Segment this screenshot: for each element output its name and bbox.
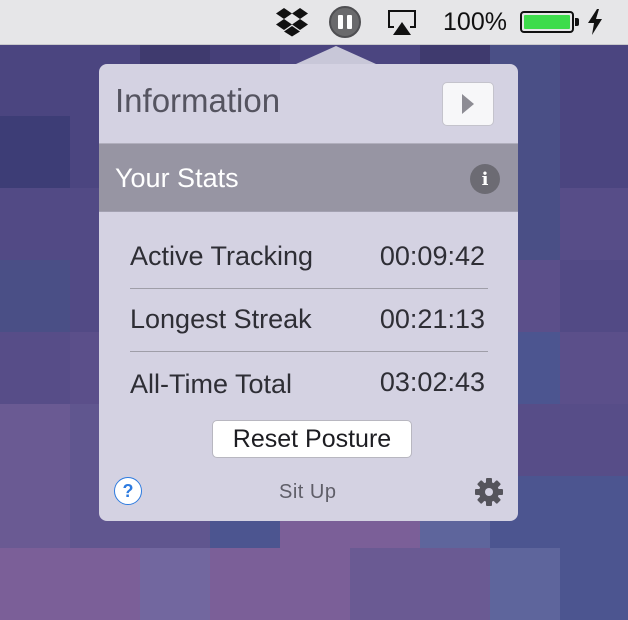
stat-label: All-Time Total	[130, 369, 293, 399]
reset-posture-button[interactable]: Reset Posture	[212, 420, 412, 458]
stat-value: 00:09:42	[379, 241, 485, 271]
dropbox-icon[interactable]	[272, 0, 312, 44]
information-title: Information	[115, 82, 281, 119]
your-stats-title: Your Stats	[115, 163, 239, 193]
pause-icon	[329, 6, 361, 38]
menu-bar: 100%	[0, 0, 628, 45]
info-icon[interactable]: i	[470, 164, 500, 194]
stat-row-all-time-total: All-Time Total 03:02:43	[130, 355, 488, 417]
charging-bolt-icon	[584, 0, 606, 44]
battery-percent[interactable]: 100%	[440, 0, 510, 44]
information-header: Information	[99, 64, 518, 142]
stat-row-active-tracking: Active Tracking 00:09:42	[130, 227, 488, 289]
stat-row-longest-streak: Longest Streak 00:21:13	[130, 290, 488, 352]
battery-icon[interactable]	[516, 0, 582, 44]
divider	[130, 351, 488, 352]
airplay-icon[interactable]	[380, 0, 424, 44]
divider	[130, 288, 488, 289]
stat-value: 03:02:43	[379, 367, 485, 397]
stat-value: 00:21:13	[379, 304, 485, 334]
popover-arrow	[296, 46, 376, 64]
pause-button[interactable]	[326, 0, 364, 44]
play-triangle-icon	[462, 94, 474, 114]
your-stats-header: Your Stats i	[99, 143, 518, 212]
app-name-label: Sit Up	[279, 481, 337, 503]
stat-label: Active Tracking	[130, 241, 314, 271]
gear-icon[interactable]	[473, 476, 505, 508]
next-button[interactable]	[442, 82, 494, 126]
help-button[interactable]: ?	[114, 477, 142, 505]
battery-level-fill	[523, 15, 570, 29]
sit-up-popover: Information Your Stats i Active Tracking…	[99, 64, 518, 521]
stat-label: Longest Streak	[130, 304, 312, 334]
